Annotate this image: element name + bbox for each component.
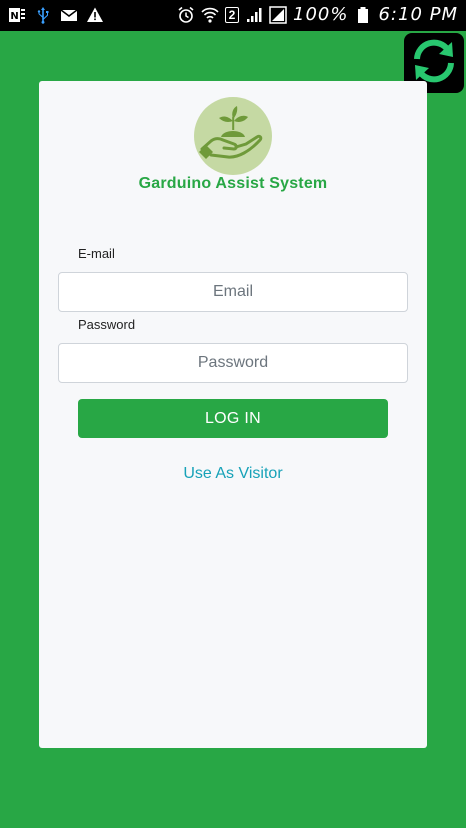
password-field[interactable] [58, 343, 408, 383]
usb-icon [34, 6, 52, 24]
password-label: Password [78, 317, 136, 332]
app-logo [194, 97, 272, 175]
signal-icon [245, 6, 263, 24]
battery-percent: 100% [293, 4, 349, 25]
onenote-icon: N [8, 6, 26, 24]
login-button[interactable]: LOG IN [78, 399, 388, 438]
signal-box-icon [269, 6, 287, 24]
login-card: Garduino Assist System E-mail Password L… [39, 81, 427, 748]
clock: 6:10 PM [378, 4, 458, 25]
warning-icon [86, 6, 104, 24]
status-bar-left: N [8, 6, 104, 24]
status-bar-right: 2 100% 6:10 PM [177, 5, 458, 25]
svg-text:N: N [10, 11, 18, 22]
plant-in-hand-icon [199, 106, 263, 159]
email-field[interactable] [58, 272, 408, 312]
alarm-icon [177, 6, 195, 24]
status-bar: N 2 100% 6:10 PM [0, 0, 466, 31]
mail-icon [60, 6, 78, 24]
app-title: Garduino Assist System [138, 175, 328, 192]
email-label: E-mail [78, 246, 115, 261]
use-as-visitor-link[interactable]: Use As Visitor [39, 465, 427, 483]
battery-icon [354, 6, 372, 24]
sim-slot-badge: 2 [225, 7, 239, 23]
wifi-icon [201, 6, 219, 24]
